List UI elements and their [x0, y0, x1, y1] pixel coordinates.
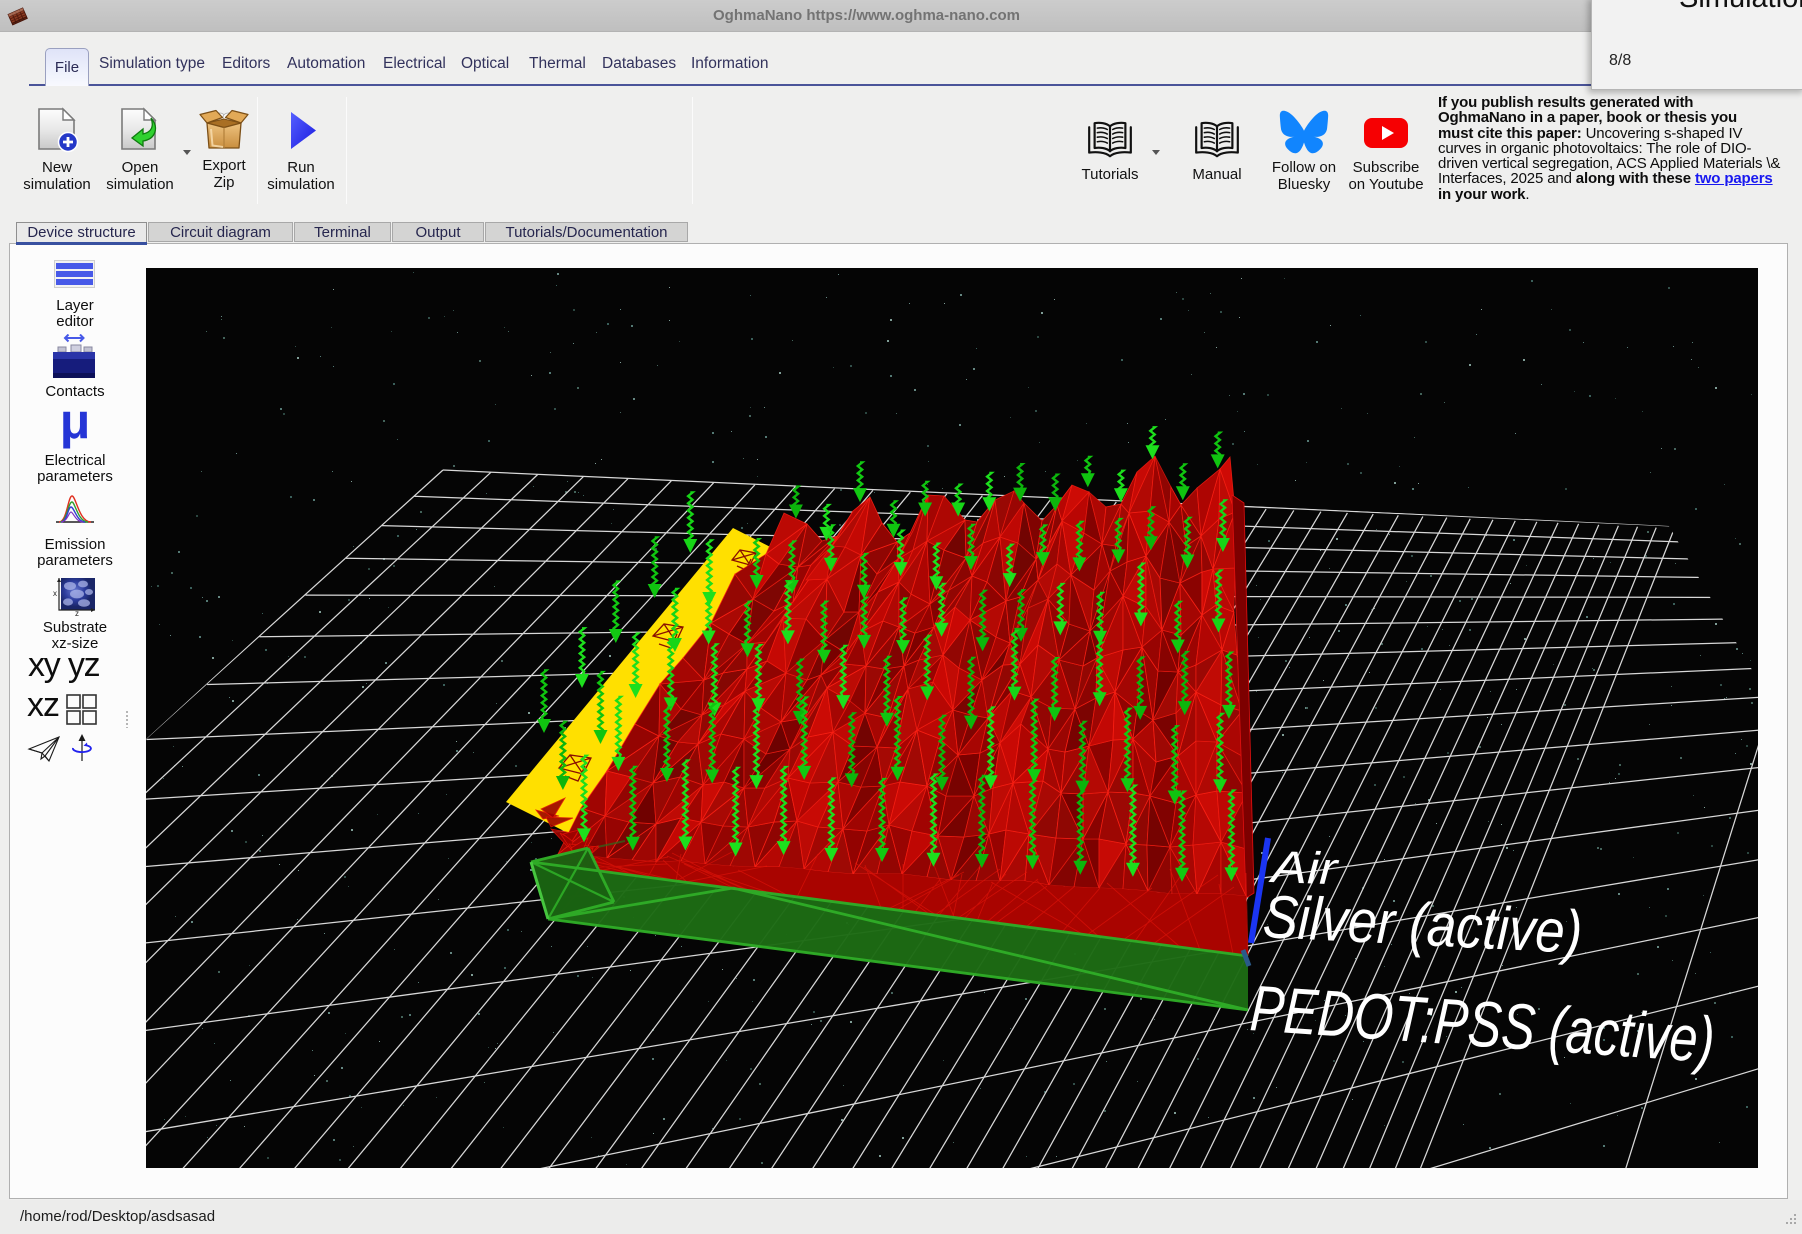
svg-text:x: x [53, 589, 57, 598]
svg-text:z: z [75, 609, 79, 616]
